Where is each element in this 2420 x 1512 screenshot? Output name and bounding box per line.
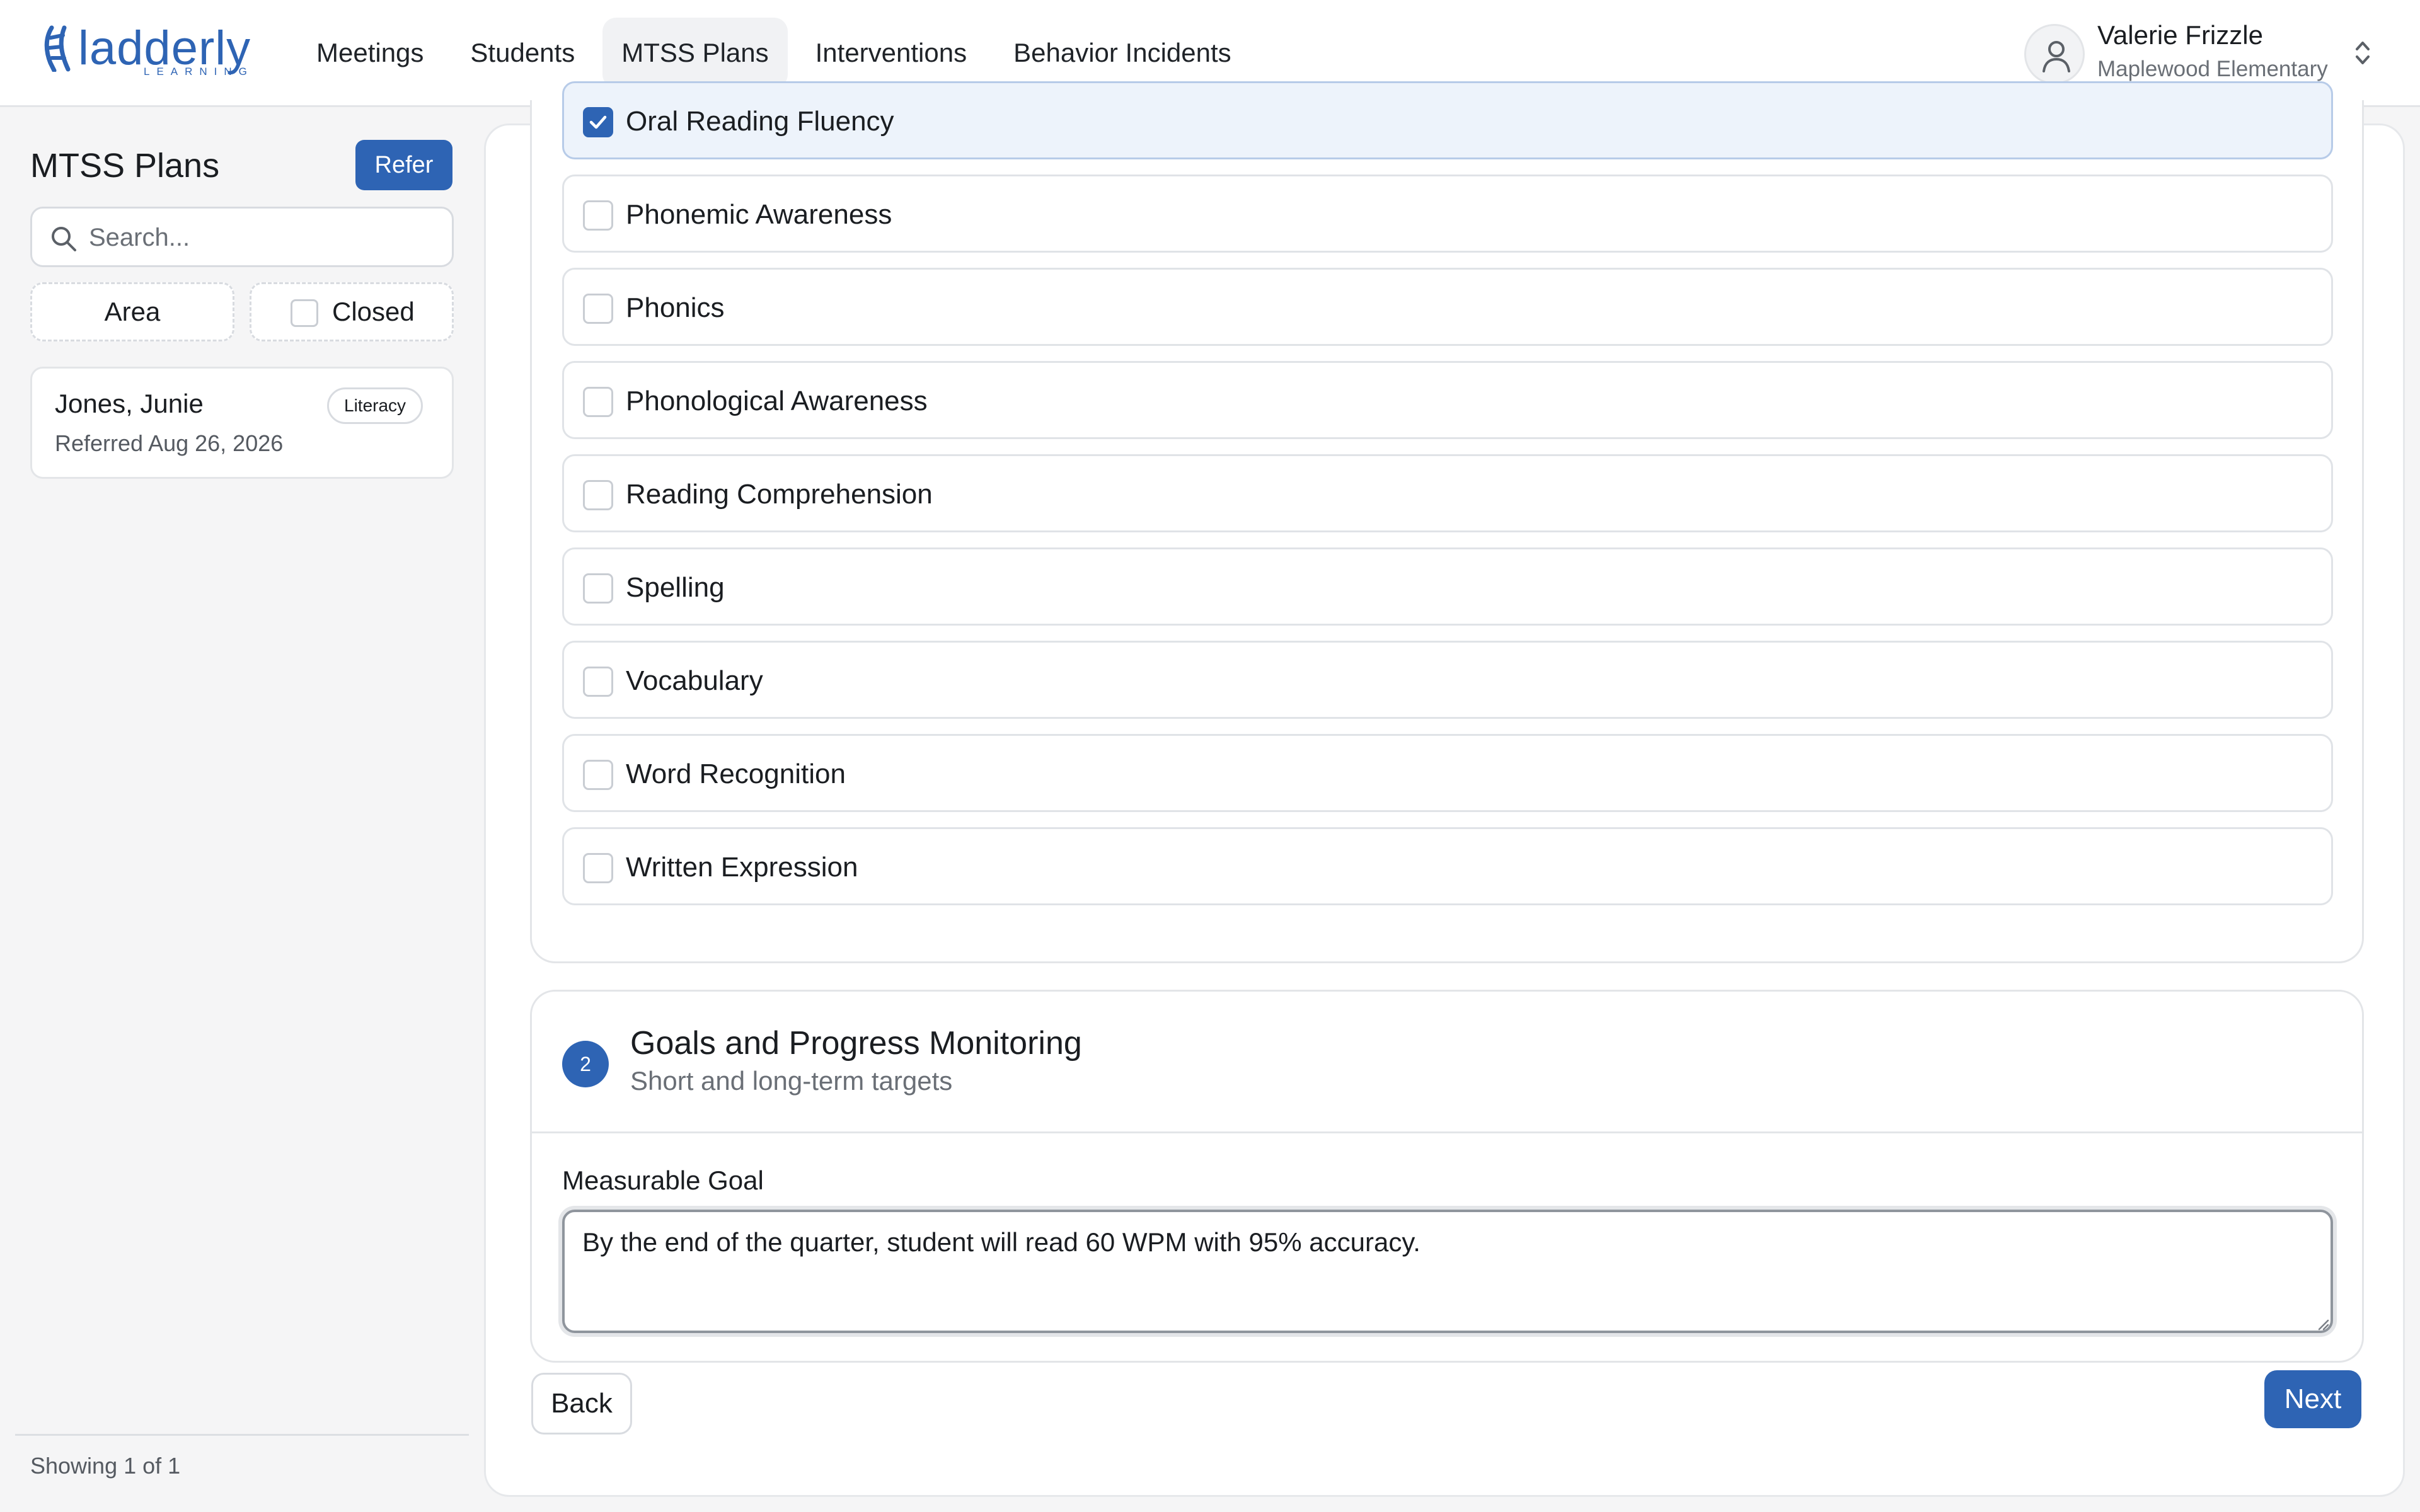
next-button[interactable]: Next (2264, 1370, 2361, 1428)
plan-student-name: Jones, Junie (55, 389, 204, 418)
search-box (30, 207, 454, 267)
area-filter-label: Area (104, 297, 161, 326)
nav-interventions[interactable]: Interventions (797, 18, 986, 88)
plan-form-panel: Oral Reading Fluency Phonemic Awareness … (484, 81, 2405, 1497)
ladderly-logo[interactable]: ladderly LEARNING (43, 21, 257, 81)
measurable-goal-label: Measurable Goal (562, 1166, 764, 1195)
user-menu[interactable]: Valerie Frizzle Maplewood Elementary (2022, 20, 2370, 89)
closed-filter-label: Closed (332, 297, 415, 326)
area-option-spelling[interactable]: Spelling (562, 547, 2333, 626)
checkbox[interactable] (583, 573, 613, 604)
section-subtitle: Short and long-term targets (630, 1066, 953, 1096)
option-label: Phonological Awareness (626, 386, 928, 416)
chevron-up-down-icon[interactable] (2354, 38, 2371, 68)
measurable-goal-textarea[interactable]: By the end of the quarter, student will … (562, 1210, 2333, 1333)
option-label: Reading Comprehension (626, 479, 933, 510)
option-label: Written Expression (626, 852, 858, 883)
checkbox[interactable] (583, 760, 613, 790)
user-school: Maplewood Elementary (2097, 57, 2328, 81)
step-number-badge: 2 (562, 1041, 609, 1087)
area-option-reading-comprehension[interactable]: Reading Comprehension (562, 454, 2333, 532)
logo-tagline: LEARNING (144, 66, 254, 77)
area-option-phonological-awareness[interactable]: Phonological Awareness (562, 361, 2333, 439)
check-icon (589, 115, 607, 129)
sidebar-divider (15, 1434, 469, 1436)
area-option-vocabulary[interactable]: Vocabulary (562, 641, 2333, 719)
option-label: Phonemic Awareness (626, 199, 892, 230)
area-filter-button[interactable]: Area (30, 282, 234, 341)
option-label: Phonics (626, 292, 725, 323)
closed-checkbox[interactable] (291, 299, 318, 327)
checkbox[interactable] (583, 667, 613, 697)
checkbox[interactable] (583, 853, 613, 883)
areas-of-concern-card: Oral Reading Fluency Phonemic Awareness … (530, 81, 2364, 963)
plan-area-badge: Literacy (327, 387, 424, 424)
results-count: Showing 1 of 1 (30, 1453, 181, 1479)
option-label: Vocabulary (626, 665, 763, 696)
checkbox-checked[interactable] (583, 107, 613, 137)
user-name: Valerie Frizzle (2097, 20, 2263, 50)
avatar (2024, 24, 2085, 84)
sidebar-title: MTSS Plans (30, 147, 220, 185)
sidebar: MTSS Plans Refer Area Closed Jones, Juni… (0, 108, 479, 1512)
refer-button[interactable]: Refer (355, 140, 452, 190)
resize-handle-icon[interactable] (2317, 1318, 2329, 1331)
search-input[interactable] (89, 219, 442, 256)
back-button[interactable]: Back (531, 1373, 632, 1435)
nav-behavior-incidents[interactable]: Behavior Incidents (994, 18, 1250, 88)
section-title: Goals and Progress Monitoring (630, 1025, 1082, 1062)
main-nav: Meetings Students MTSS Plans Interventio… (297, 18, 1250, 88)
checkbox[interactable] (583, 294, 613, 324)
area-option-phonemic-awareness[interactable]: Phonemic Awareness (562, 175, 2333, 253)
goals-card: 2 Goals and Progress Monitoring Short an… (530, 990, 2364, 1363)
area-option-written-expression[interactable]: Written Expression (562, 827, 2333, 905)
option-label: Oral Reading Fluency (626, 106, 894, 137)
area-option-word-recognition[interactable]: Word Recognition (562, 734, 2333, 812)
checkbox[interactable] (583, 387, 613, 417)
plan-referred-date: Referred Aug 26, 2026 (55, 430, 284, 456)
section-divider (532, 1131, 2362, 1133)
search-icon (52, 227, 76, 251)
closed-filter-toggle[interactable]: Closed (250, 282, 454, 341)
option-label: Spelling (626, 572, 725, 603)
nav-mtss-plans[interactable]: MTSS Plans (602, 18, 788, 88)
checkbox[interactable] (583, 480, 613, 510)
nav-students[interactable]: Students (451, 18, 594, 88)
ladder-logo-icon (44, 25, 71, 72)
option-label: Word Recognition (626, 759, 846, 789)
nav-meetings[interactable]: Meetings (297, 18, 442, 88)
area-option-oral-reading-fluency[interactable]: Oral Reading Fluency (562, 81, 2333, 159)
plan-list-item[interactable]: Jones, Junie Literacy Referred Aug 26, 2… (30, 367, 454, 479)
checkbox[interactable] (583, 200, 613, 231)
area-option-phonics[interactable]: Phonics (562, 268, 2333, 346)
user-icon (2043, 41, 2070, 72)
